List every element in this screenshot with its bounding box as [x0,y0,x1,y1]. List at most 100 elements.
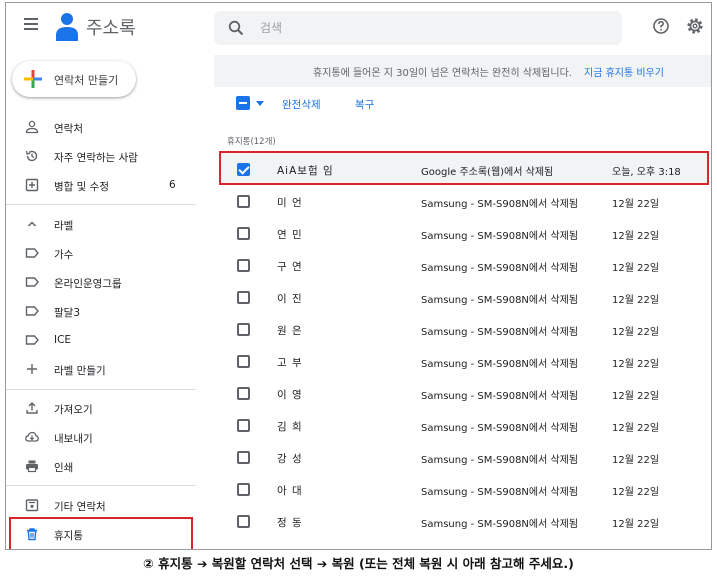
table-row[interactable]: 이 영 Samsung - SM-S908N에서 삭제됨 12월 22일 [220,377,708,409]
delete-forever-button[interactable]: 완전삭제 [282,97,321,112]
row-checkbox[interactable] [237,451,250,464]
sidebar-divider [6,204,196,205]
sidebar-item-label: 가수 [54,249,74,261]
label-icon [25,335,39,345]
deleted-source: Samsung - SM-S908N에서 삭제됨 [421,263,579,274]
menu-icon[interactable] [22,15,42,35]
row-checkbox[interactable] [237,323,250,336]
contacts-window: 주소록 검색 연락처 만들기 연락처 자주 연락하는 사람 병합 및 수정 6 … [5,2,712,550]
label-icon [25,306,39,316]
history-icon [25,150,38,162]
deleted-date: 12월 22일 [612,359,660,370]
deleted-date: 12월 22일 [612,327,660,338]
deleted-date: 12월 22일 [612,455,660,466]
trash-icon [27,528,37,541]
table-row[interactable]: 강 성 Samsung - SM-S908N에서 삭제됨 12월 22일 [220,441,708,473]
deleted-date: 12월 22일 [612,263,660,274]
table-row[interactable]: 이 진 Samsung - SM-S908N에서 삭제됨 12월 22일 [220,281,708,313]
deleted-date: 오늘, 오후 3:18 [612,167,681,178]
contact-name: 이 진 [277,293,303,305]
table-row[interactable]: 원 은 Samsung - SM-S908N에서 삭제됨 12월 22일 [220,313,708,345]
search-bar[interactable]: 검색 [214,11,622,45]
sidebar-item-label: 팔달3 [54,307,81,319]
table-row[interactable]: 미 언 Samsung - SM-S908N에서 삭제됨 12월 22일 [220,185,708,217]
sidebar-item-label-ice[interactable]: ICE [6,328,196,354]
deleted-source: Samsung - SM-S908N에서 삭제됨 [421,391,579,402]
sidebar-item-label: 기타 연락처 [54,501,106,513]
table-row[interactable]: 정 동 Samsung - SM-S908N에서 삭제됨 12월 22일 [220,505,708,537]
trash-info-banner: 휴지통에 들어온 지 30일이 넘은 연락처는 완전히 삭제됩니다. 지금 휴지… [214,55,711,87]
table-row[interactable]: AiA보험 임 Google 주소록(웹)에서 삭제됨 오늘, 오후 3:18 [220,153,708,185]
create-contact-button[interactable]: 연락처 만들기 [12,61,136,97]
row-checkbox[interactable] [237,227,250,240]
table-row[interactable]: 고 부 Samsung - SM-S908N에서 삭제됨 12월 22일 [220,345,708,377]
search-icon[interactable] [228,20,244,36]
deleted-date: 12월 22일 [612,199,660,210]
row-checkbox[interactable] [237,483,250,496]
label-icon [25,248,39,258]
deleted-date: 12월 22일 [612,231,660,242]
deleted-source: Samsung - SM-S908N에서 삭제됨 [421,327,579,338]
contact-name: 아 대 [277,485,303,497]
sidebar-item-export[interactable]: 내보내기 [6,425,196,451]
upload-icon [26,402,38,414]
sidebar-item-merge[interactable]: 병합 및 수정 6 [6,173,196,199]
deleted-source: Samsung - SM-S908N에서 삭제됨 [421,359,579,370]
sidebar-item-labels-toggle[interactable]: 라벨 [6,212,196,238]
deleted-date: 12월 22일 [612,391,660,402]
row-checkbox[interactable] [237,355,250,368]
table-row[interactable]: 아 대 Samsung - SM-S908N에서 삭제됨 12월 22일 [220,473,708,505]
table-row[interactable]: 구 연 Samsung - SM-S908N에서 삭제됨 12월 22일 [220,249,708,281]
sidebar-item-contacts[interactable]: 연락처 [6,115,196,141]
row-checkbox[interactable] [237,419,250,432]
merge-count-badge: 6 [169,179,176,191]
sidebar-item-label: 병합 및 수정 [54,181,109,193]
banner-text: 휴지통에 들어온 지 30일이 넘은 연락처는 완전히 삭제됩니다. [313,68,572,79]
deleted-source: Samsung - SM-S908N에서 삭제됨 [421,295,579,306]
contact-name: 연 민 [277,229,303,241]
select-dropdown-icon[interactable] [256,101,264,106]
deleted-source: Samsung - SM-S908N에서 삭제됨 [421,423,579,434]
empty-trash-link[interactable]: 지금 휴지통 비우기 [584,64,664,79]
table-row[interactable]: 연 민 Samsung - SM-S908N에서 삭제됨 12월 22일 [220,217,708,249]
deleted-source: Samsung - SM-S908N에서 삭제됨 [421,455,579,466]
contact-name: 미 언 [277,197,303,209]
deleted-date: 12월 22일 [612,295,660,306]
app-title: 주소록 [86,18,136,39]
sidebar-item-frequent[interactable]: 자주 연락하는 사람 [6,144,196,170]
sidebar-item-label: 라벨 만들기 [54,365,106,377]
sidebar-divider [6,485,196,486]
contact-box-icon [25,499,39,512]
colorful-plus-icon [24,70,42,88]
deleted-date: 12월 22일 [612,487,660,498]
sidebar-item-import[interactable]: 가져오기 [6,396,196,422]
deleted-date: 12월 22일 [612,519,660,530]
sidebar-item-other-contacts[interactable]: 기타 연락처 [6,493,196,519]
search-input[interactable]: 검색 [260,19,282,36]
row-checkbox[interactable] [237,259,250,272]
row-checkbox[interactable] [237,515,250,528]
sidebar-item-label: 라벨 [54,220,74,232]
sidebar-item-label-online-group[interactable]: 온라인운영그룹 [6,270,196,296]
contacts-logo-icon [56,13,78,41]
table-row[interactable]: 김 희 Samsung - SM-S908N에서 삭제됨 12월 22일 [220,409,708,441]
sidebar-item-label-paldal3[interactable]: 팔달3 [6,299,196,325]
contact-name: 이 영 [277,389,303,401]
row-checkbox[interactable] [237,291,250,304]
row-checkbox[interactable] [237,387,250,400]
settings-icon[interactable] [686,17,704,35]
sidebar-item-label-singer[interactable]: 가수 [6,241,196,267]
restore-button[interactable]: 복구 [355,97,374,112]
sidebar-item-trash[interactable]: 휴지통 [6,522,196,548]
label-icon [25,277,39,287]
sidebar-item-label: 인쇄 [54,462,74,474]
deleted-source: Samsung - SM-S908N에서 삭제됨 [421,487,579,498]
row-checkbox[interactable] [237,195,250,208]
sidebar-item-print[interactable]: 인쇄 [6,454,196,480]
instruction-caption: ② 휴지통 ➔ 복원할 연락처 선택 ➔ 복원 (또는 전체 복원 시 아래 참… [143,556,574,571]
help-icon[interactable] [652,17,670,35]
select-all-checkbox[interactable] [236,96,250,110]
row-checkbox[interactable] [237,163,250,176]
deleted-source: Google 주소록(웹)에서 삭제됨 [421,167,554,178]
sidebar-item-create-label[interactable]: 라벨 만들기 [6,357,196,383]
